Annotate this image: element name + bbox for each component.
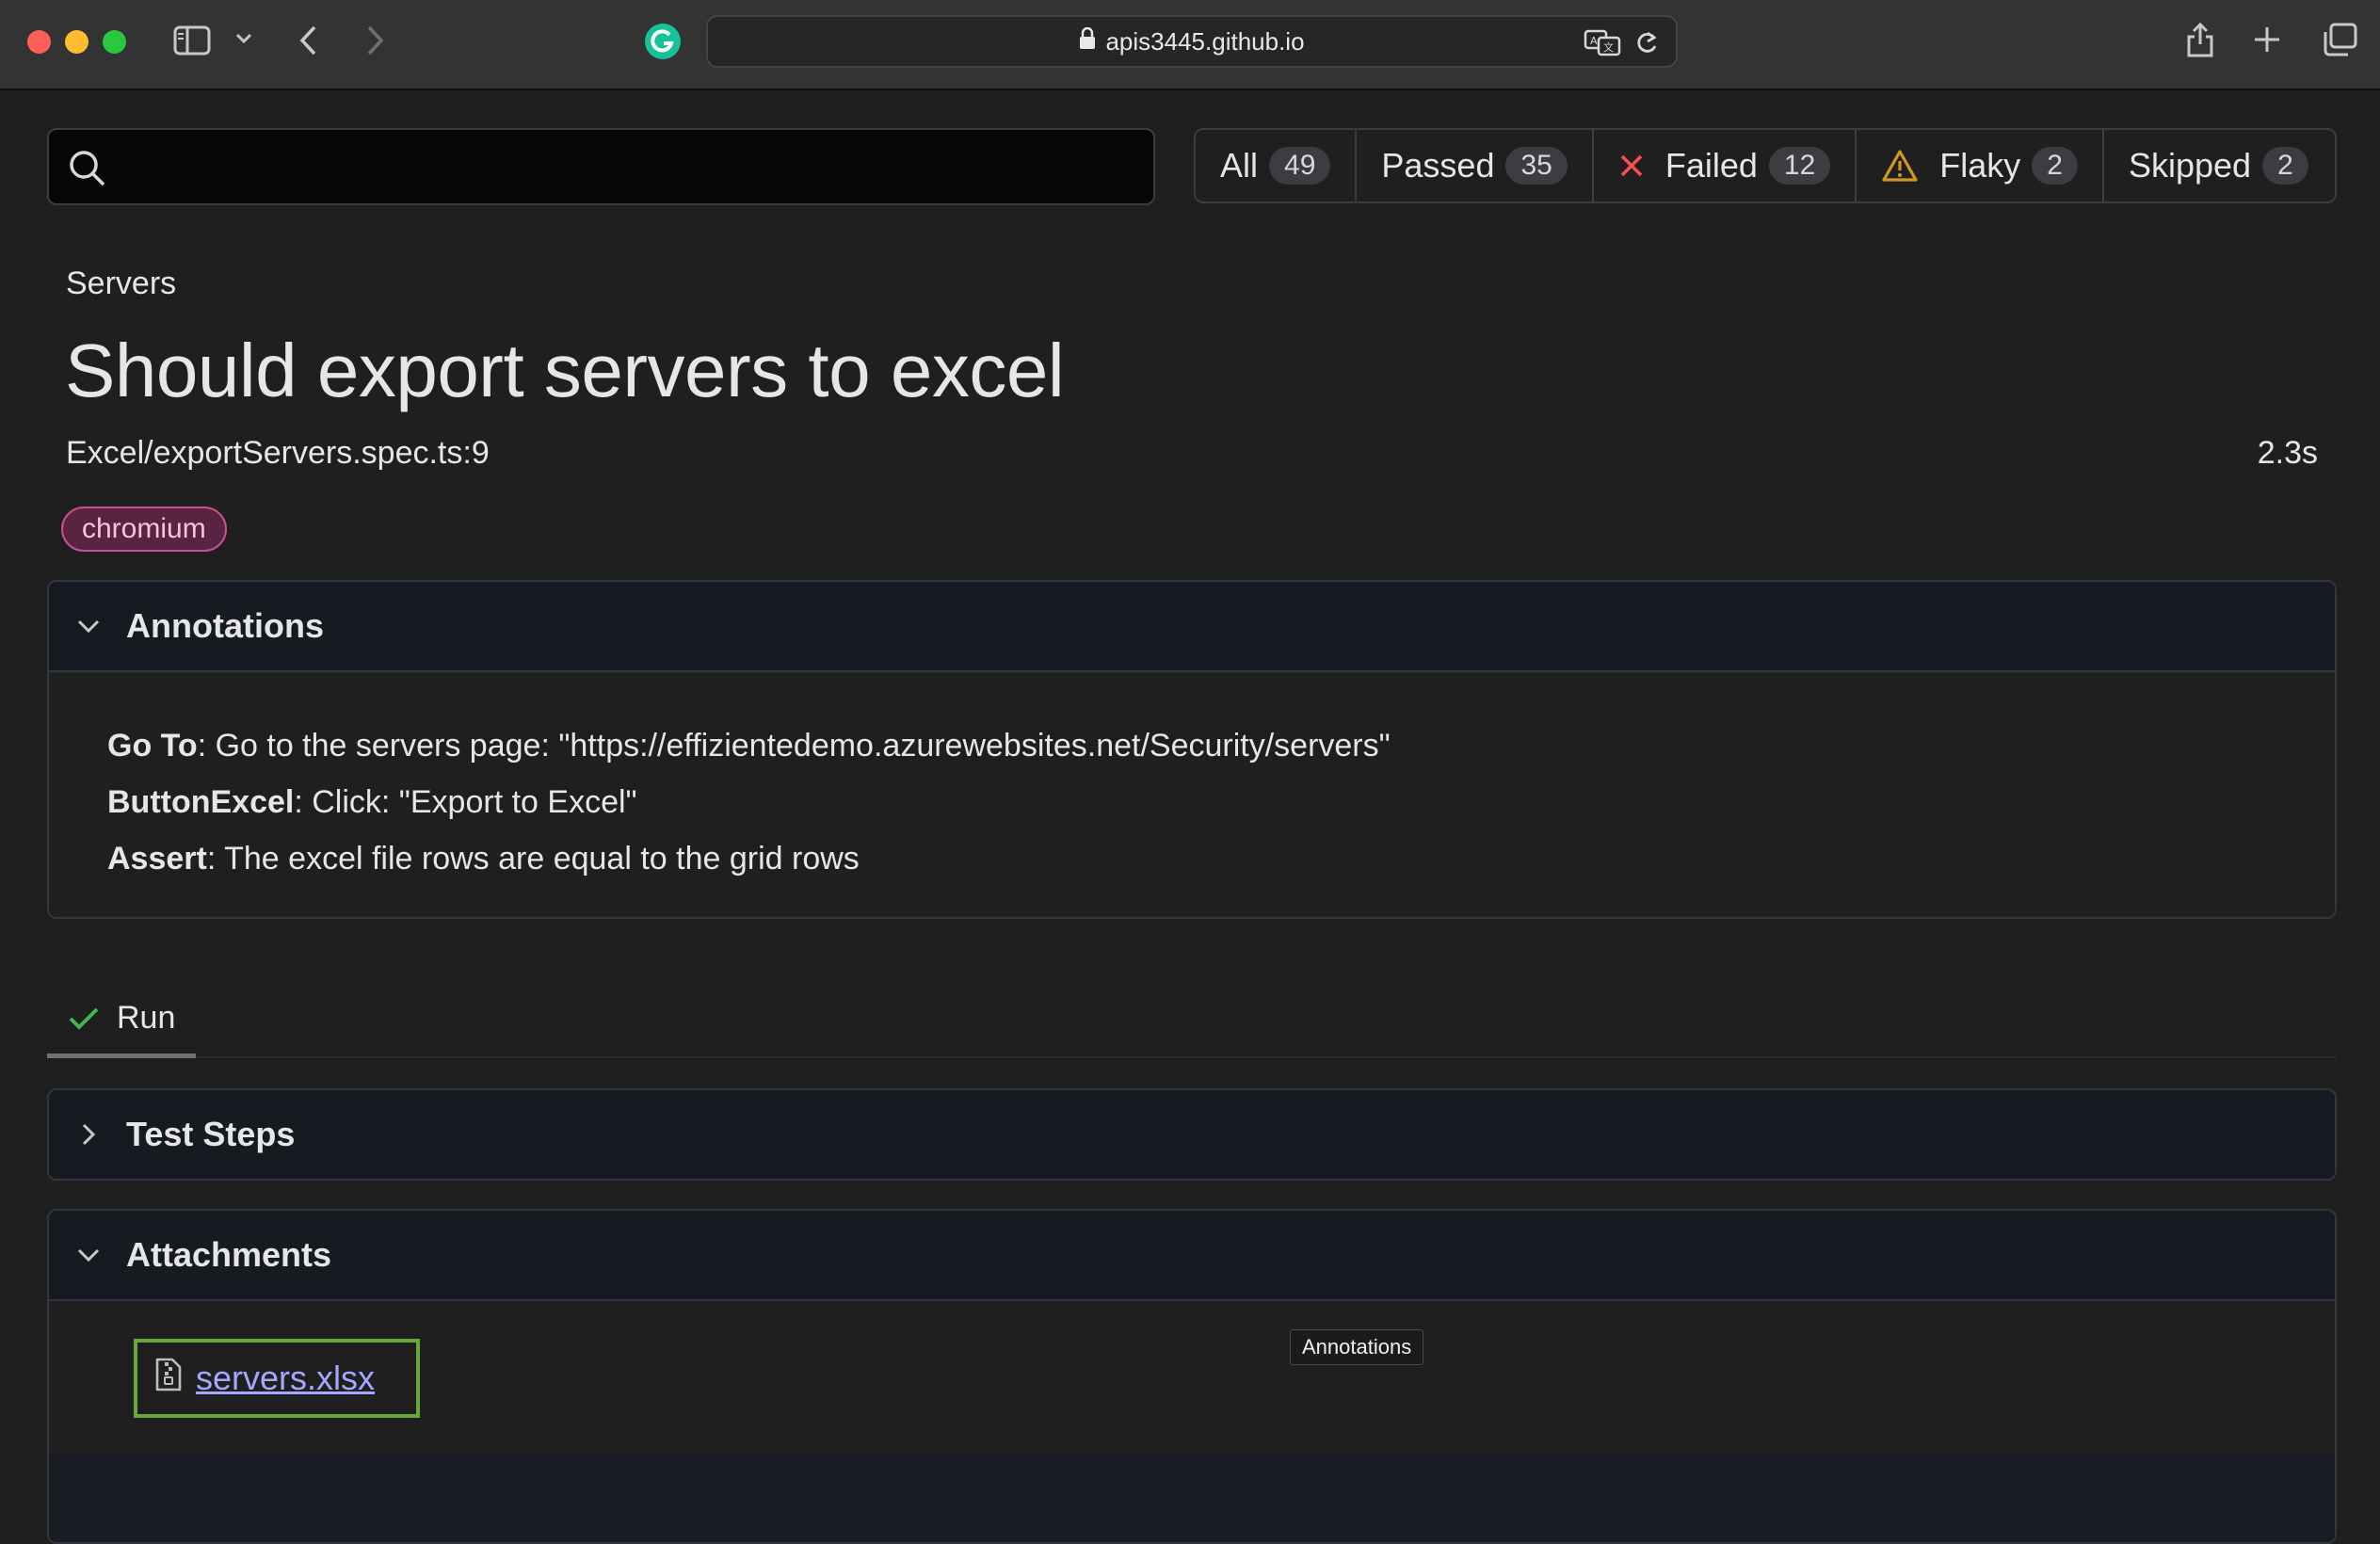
tab-label: Run [117, 1000, 176, 1036]
svg-text:文: 文 [1603, 40, 1614, 54]
filter-failed[interactable]: Failed 12 [1594, 130, 1857, 201]
annotation-item: Assert: The excel file rows are equal to… [107, 830, 2335, 887]
search-box[interactable] [47, 128, 1155, 205]
annotation-type: Assert [107, 841, 207, 877]
project-tag[interactable]: chromium [61, 507, 227, 552]
file-zip-icon [154, 1357, 183, 1401]
filter-label: Skipped [2128, 146, 2252, 185]
attachments-header[interactable]: Attachments [49, 1211, 2335, 1299]
annotations-header[interactable]: Annotations [49, 582, 2335, 670]
reload-icon[interactable] [1634, 29, 1659, 62]
annotation-text: : Go to the servers page: "https://effiz… [197, 728, 1391, 764]
test-location: Excel/exportServers.spec.ts:9 [66, 435, 490, 471]
attachments-body: servers.xlsx Annotations [49, 1299, 2335, 1454]
forward-icon[interactable] [363, 24, 386, 56]
chevron-down-icon [51, 1247, 126, 1263]
search-icon [68, 149, 107, 193]
back-icon[interactable] [298, 24, 320, 56]
browser-toolbar: apis3445.github.io A文 [0, 0, 2380, 90]
result-tabs: Run [47, 983, 2337, 1058]
share-icon[interactable] [2184, 21, 2216, 58]
filter-count: 2 [2262, 147, 2308, 185]
tab-run[interactable]: Run [47, 983, 196, 1058]
annotation-text: : Click: "Export to Excel" [294, 784, 637, 820]
annotation-type: ButtonExcel [107, 784, 295, 820]
sidebar-toggle-icon[interactable] [173, 24, 211, 56]
attachments-section: Attachments servers.xlsx Annotations [47, 1209, 2337, 1544]
section-title: Test Steps [126, 1115, 296, 1153]
svg-text:A: A [1590, 35, 1598, 47]
grammarly-icon[interactable] [644, 23, 682, 60]
report-page: All 49 Passed 35 Failed 12 Flaky 2 Skipp… [0, 92, 2380, 1544]
attachment-item[interactable]: servers.xlsx [134, 1339, 420, 1418]
status-filter-bar: All 49 Passed 35 Failed 12 Flaky 2 Skipp… [1194, 128, 2337, 203]
translate-icon[interactable]: A文 [1584, 28, 1621, 63]
annotations-section: Annotations Go To: Go to the servers pag… [47, 580, 2337, 919]
annotation-text: : The excel file rows are equal to the g… [206, 841, 860, 877]
test-duration: 2.3s [2257, 435, 2318, 471]
annotation-item: ButtonExcel: Click: "Export to Excel" [107, 774, 2335, 830]
new-tab-icon[interactable] [2252, 24, 2282, 55]
filter-label: Flaky [1939, 146, 2021, 185]
lock-icon [1079, 26, 1096, 56]
filter-label: All [1220, 146, 1259, 185]
annotations-body: Go To: Go to the servers page: "https://… [49, 670, 2335, 917]
filter-label: Failed [1664, 146, 1758, 185]
filter-count: 49 [1269, 147, 1331, 185]
test-steps-section: Test Steps [47, 1088, 2337, 1181]
annotation-item: Go To: Go to the servers page: "https://… [107, 717, 2335, 774]
tab-overview-icon[interactable] [2322, 23, 2357, 56]
address-bar[interactable]: apis3445.github.io A文 [706, 15, 1678, 68]
url-text: apis3445.github.io [1105, 26, 1305, 56]
close-window-button[interactable] [27, 30, 51, 54]
test-title: Should export servers to excel [65, 329, 1065, 412]
warning-icon [1881, 149, 1919, 183]
search-input[interactable] [124, 130, 1141, 203]
annotation-type: Go To [107, 728, 198, 764]
filter-passed[interactable]: Passed 35 [1357, 130, 1594, 201]
chevron-right-icon [51, 1122, 126, 1147]
chevron-down-icon[interactable] [235, 32, 252, 45]
filter-count: 2 [2032, 147, 2078, 185]
filter-count: 12 [1768, 147, 1831, 185]
minimize-window-button[interactable] [65, 30, 88, 54]
filter-label: Passed [1381, 146, 1495, 185]
x-icon [1618, 153, 1645, 179]
attachment-link[interactable]: servers.xlsx [196, 1359, 375, 1398]
tooltip: Annotations [1290, 1329, 1424, 1365]
breadcrumb: Servers [66, 265, 177, 301]
section-title: Annotations [126, 606, 324, 645]
check-icon [68, 1005, 100, 1032]
filter-flaky[interactable]: Flaky 2 [1857, 130, 2104, 201]
filter-count: 35 [1505, 147, 1568, 185]
filter-all[interactable]: All 49 [1196, 130, 1358, 201]
chevron-down-icon [51, 619, 126, 634]
test-steps-header[interactable]: Test Steps [49, 1090, 2335, 1179]
filter-skipped[interactable]: Skipped 2 [2104, 130, 2333, 201]
zoom-window-button[interactable] [103, 30, 126, 54]
section-title: Attachments [126, 1235, 332, 1274]
